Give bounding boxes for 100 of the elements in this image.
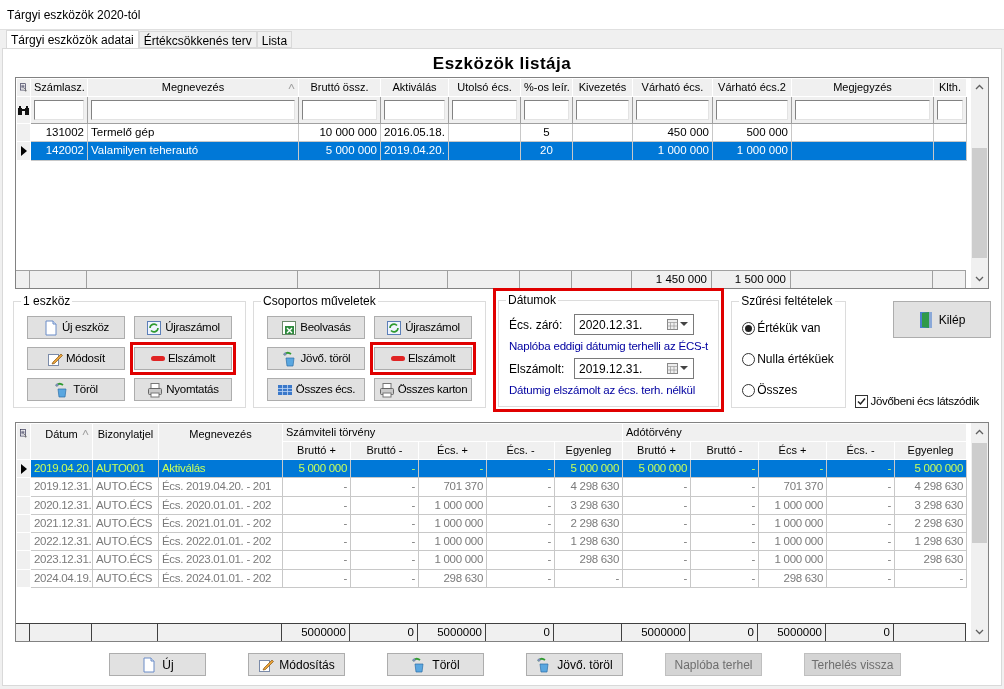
table-cell: 5 — [520, 123, 573, 142]
action-button[interactable]: Módosít — [27, 347, 125, 370]
column-header[interactable]: Utolsó écs. — [448, 78, 521, 97]
action-button[interactable]: Elszámolt — [134, 347, 232, 370]
radio-label[interactable]: Értékük van — [757, 319, 821, 337]
column-header[interactable]: Bizonylatjel — [92, 423, 159, 460]
scrollbar[interactable] — [971, 423, 988, 641]
scroll-up-icon[interactable] — [975, 84, 984, 90]
column-header[interactable]: Bruttó össz. — [298, 78, 381, 97]
radio-button[interactable] — [742, 321, 756, 335]
column-header[interactable]: %-os leír. — [520, 78, 573, 97]
action-button[interactable]: Újraszámol — [374, 316, 472, 339]
document-icon — [141, 656, 158, 673]
table-cell: - — [486, 550, 555, 569]
calendar-dropdown-icon[interactable] — [667, 363, 689, 375]
exit-button[interactable]: Kilép — [893, 301, 991, 338]
action-button[interactable]: Új eszköz — [27, 316, 125, 339]
column-header[interactable]: Aktiválás — [380, 78, 449, 97]
tab[interactable]: Tárgyi eszközök adatai — [6, 30, 139, 49]
total-cell — [554, 623, 622, 641]
table-cell: 5 000 000 — [622, 459, 691, 478]
action-button[interactable]: Jövő. töröl — [267, 347, 365, 370]
action-button[interactable]: Új — [109, 653, 206, 676]
table-cell: - — [282, 496, 351, 515]
tab[interactable]: Értékcsökkenés terv — [138, 31, 257, 48]
total-cell: 5000000 — [622, 623, 690, 641]
checkbox[interactable] — [854, 394, 868, 408]
scroll-down-icon[interactable] — [975, 629, 984, 635]
minus-icon — [150, 356, 165, 361]
action-button[interactable]: Töröl — [27, 378, 125, 401]
action-button[interactable]: Jövő. töröl — [526, 653, 623, 676]
column-header[interactable]: Dátum — [30, 423, 93, 460]
radio-button[interactable] — [742, 383, 756, 397]
filter-field[interactable] — [937, 100, 963, 120]
total-cell — [30, 623, 92, 641]
action-button[interactable]: Újraszámol — [134, 316, 232, 339]
checkbox-label[interactable]: Jövőbeni écs látszódik — [870, 392, 979, 410]
action-button[interactable]: Módosítás — [248, 653, 345, 676]
column-header[interactable]: Megnevezés — [158, 423, 283, 460]
table-cell: 5 000 000 — [894, 459, 967, 478]
table-cell: Écs. 2022.01.01. - 202 — [158, 532, 283, 551]
action-button[interactable]: Összes écs. — [267, 378, 365, 401]
table-cell: - — [486, 532, 555, 551]
date-field[interactable]: 2019.12.31. — [574, 358, 694, 380]
column-chooser-icon[interactable] — [20, 427, 27, 440]
table-cell: 1 000 000 — [758, 514, 827, 533]
filter-field[interactable] — [91, 100, 295, 120]
total-cell — [380, 270, 448, 288]
action-button[interactable]: Összes karton — [374, 378, 472, 401]
table-cell: AUTO.ÉCS — [92, 569, 159, 588]
spreadsheet-icon — [281, 319, 298, 336]
table-cell: - — [282, 569, 351, 588]
scroll-up-icon[interactable] — [975, 429, 984, 435]
filter-field[interactable] — [524, 100, 569, 120]
column-chooser-icon[interactable] — [20, 81, 27, 94]
filter-field[interactable] — [384, 100, 445, 120]
table-cell: 5 000 000 — [554, 459, 623, 478]
sort-icon — [82, 429, 89, 436]
action-button[interactable]: Beolvasás — [267, 316, 365, 339]
filter-field[interactable] — [302, 100, 377, 120]
column-header[interactable]: Várható écs. — [632, 78, 713, 97]
calendar-dropdown-icon[interactable] — [667, 319, 689, 330]
radio-button[interactable] — [742, 352, 756, 366]
table-cell: Valamilyen teherautó — [87, 141, 299, 160]
column-header[interactable]: Számlasz. — [30, 78, 88, 97]
filter-field[interactable] — [716, 100, 788, 120]
filter-field[interactable] — [576, 100, 629, 120]
table-cell: 2022.12.31. — [30, 532, 93, 551]
scrollbar[interactable] — [971, 78, 988, 288]
tab[interactable]: Lista — [256, 31, 293, 48]
column-header[interactable]: Klth. — [933, 78, 967, 97]
table-cell: 20 — [520, 141, 573, 160]
table-cell: - — [690, 514, 759, 533]
filter-field[interactable] — [452, 100, 517, 120]
column-header[interactable]: Megnevezés — [87, 78, 299, 97]
table-cell: 5 000 000 — [298, 141, 381, 160]
action-button[interactable]: Töröl — [387, 653, 484, 676]
scroll-down-icon[interactable] — [975, 276, 984, 282]
bin-icon — [281, 350, 298, 367]
column-header[interactable]: Megjegyzés — [791, 78, 934, 97]
filter-field[interactable] — [34, 100, 84, 120]
radio-label[interactable]: Összes — [757, 381, 798, 399]
table-cell: - — [690, 569, 759, 588]
filter-field[interactable] — [636, 100, 709, 120]
column-header[interactable]: Várható écs.2 — [712, 78, 792, 97]
table-cell: Écs. 2024.01.01. - 202 — [158, 569, 283, 588]
total-cell — [572, 270, 632, 288]
table-cell: Écs. 2023.01.01. - 202 — [158, 550, 283, 569]
action-button[interactable]: Nyomtatás — [134, 378, 232, 401]
column-group-header: Adótörvény — [622, 423, 967, 442]
table-cell: - — [826, 496, 895, 515]
scrollbar-thumb[interactable] — [972, 443, 987, 543]
table-cell: 3 298 630 — [554, 496, 623, 515]
binoculars-icon[interactable] — [18, 105, 29, 115]
filter-field[interactable] — [795, 100, 930, 120]
radio-label[interactable]: Nulla értéküek — [757, 350, 834, 368]
date-field[interactable]: 2020.12.31. — [574, 314, 694, 335]
column-header[interactable]: Kivezetés — [572, 78, 633, 97]
action-button[interactable]: Elszámolt — [374, 347, 472, 370]
scrollbar-thumb[interactable] — [972, 148, 987, 258]
